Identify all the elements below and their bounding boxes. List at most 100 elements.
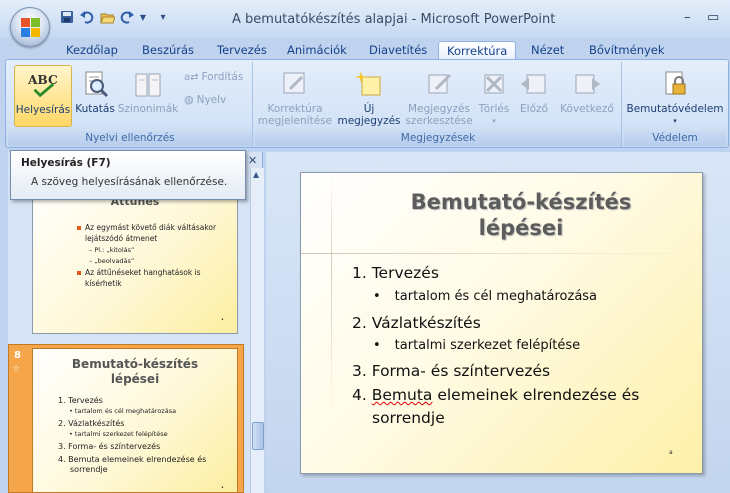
thesaurus-book-icon <box>132 68 164 100</box>
transition-star-icon[interactable]: ☆ <box>12 364 20 374</box>
misspelled-word[interactable]: Bemuta <box>372 386 433 404</box>
slide-item-1[interactable]: 1. Tervezés <box>352 264 439 282</box>
slide7-mark: • <box>221 317 224 323</box>
slide7-bullet1-a: Az egymást követő diák váltásakor <box>77 223 216 232</box>
minimize-icon[interactable]: – <box>684 10 691 25</box>
slide-item-4[interactable]: 4. Bemuta elemeinek elrendezése és <box>352 386 639 404</box>
slide7-sub2: – „beolvadás” <box>89 257 135 265</box>
protect-lock-icon <box>659 68 691 100</box>
group-proofing-label: Nyelvi ellenőrzés <box>8 131 252 146</box>
tab-bovitmenyek[interactable]: Bővítmények <box>581 41 673 60</box>
new-comment-label-2: megjegyzés <box>337 115 401 127</box>
thesaurus-button[interactable]: Szinonimák <box>117 68 179 115</box>
slide8-title-2: lépései <box>110 372 160 386</box>
bullet-square-icon <box>77 226 81 230</box>
slide8-item4-a: 4. Bemuta elemeinek elrendezése és <box>58 455 207 464</box>
open-folder-icon[interactable] <box>98 8 116 26</box>
language-globe-icon: ◍ <box>184 93 194 106</box>
customize-qat-icon[interactable]: ▾ <box>156 8 170 26</box>
tab-kezdolap[interactable]: Kezdőlap <box>58 41 126 60</box>
group-comments-label: Megjegyzések <box>255 131 621 146</box>
show-markup-label-2: megjelenítése <box>257 115 333 127</box>
show-markup-icon <box>279 68 311 100</box>
delete-comment-label: Törlés <box>478 103 510 115</box>
slide-title-line-2: lépései <box>478 216 564 240</box>
new-comment-label-1: Új <box>363 103 375 115</box>
tab-korrektura[interactable]: Korrektúra <box>438 41 517 60</box>
slide-sub-1[interactable]: • tartalom és cél meghatározása <box>373 289 597 304</box>
next-comment-button[interactable]: Következő <box>555 68 619 115</box>
thesaurus-label: Szinonimák <box>117 103 179 115</box>
tooltip-description: A szöveg helyesírásának ellenőrzése. <box>31 176 228 188</box>
redo-icon[interactable] <box>118 8 136 26</box>
slide-item-2[interactable]: 2. Vázlatkészítés <box>352 314 481 332</box>
show-markup-button[interactable]: Korrektúra megjelenítése <box>257 68 333 127</box>
ribbon-tabs: Kezdőlap Beszúrás Tervezés Animációk Dia… <box>0 38 730 60</box>
tab-beszuras[interactable]: Beszúrás <box>134 41 202 60</box>
previous-comment-icon <box>518 68 550 100</box>
protect-presentation-button[interactable]: Bemutatóvédelem ▾ <box>626 68 724 127</box>
bullet-square-icon <box>77 271 81 275</box>
next-comment-icon <box>571 68 603 100</box>
title-bar: ▼ ▾ A bemutatókészítés alapjai - Microso… <box>0 0 730 38</box>
bullet-dot-icon: • <box>373 289 381 304</box>
slide-decor-line-h <box>301 253 702 254</box>
delete-dropdown-icon: ▾ <box>492 117 496 125</box>
spelling-button[interactable]: ABC Helyesírás <box>14 65 72 127</box>
spelling-tooltip: Helyesírás (F7) A szöveg helyesírásának … <box>10 150 246 200</box>
office-button[interactable] <box>10 7 50 47</box>
slide8-item4-b: sorrendje <box>70 465 108 474</box>
slide-thumbnail-8[interactable]: Bemutató-készítés lépései 1. Tervezés • … <box>32 348 238 493</box>
slide-item-4-cont[interactable]: sorrendje <box>372 409 445 427</box>
slide7-bullet2-a: Az áttűnéseket hanghatások is <box>77 268 201 277</box>
research-button[interactable]: Kutatás <box>74 68 116 115</box>
slide-item-3[interactable]: 3. Forma- és színtervezés <box>352 362 550 380</box>
slide7-bullet1-b: lejátszódó átmenet <box>85 234 158 243</box>
group-comments: Korrektúra megjelenítése Új megjegyzés M… <box>255 62 622 147</box>
quick-access-toolbar: ▼ ▾ <box>58 8 170 26</box>
slide8-mark: • <box>221 485 224 491</box>
slides-pane-scrollbar[interactable]: ▲ <box>250 168 264 493</box>
scroll-up-icon[interactable]: ▲ <box>253 170 259 179</box>
delete-comment-button[interactable]: Törlés ▾ <box>475 68 513 127</box>
show-markup-label-1: Korrektúra <box>267 103 323 115</box>
slide8-item1: 1. Tervezés <box>58 396 103 405</box>
previous-comment-button[interactable]: Előző <box>515 68 553 115</box>
slide8-item2: 2. Vázlatkészítés <box>58 419 125 428</box>
edit-comment-label-2: szerkesztése <box>405 115 473 127</box>
close-pane-icon[interactable]: ✕ <box>248 154 257 167</box>
maximize-icon[interactable]: ▭ <box>707 10 719 25</box>
edit-comment-label-1: Megjegyzés <box>408 103 470 115</box>
tab-nezet[interactable]: Nézet <box>523 41 572 60</box>
bullet-dot-icon: • <box>373 338 381 353</box>
dropdown-arrow-icon[interactable]: ▼ <box>138 8 148 26</box>
language-label: Nyelv <box>196 93 227 106</box>
tab-diavetites[interactable]: Diavetítés <box>361 41 435 60</box>
scrollbar-thumb[interactable] <box>252 422 264 450</box>
protect-presentation-label: Bemutatóvédelem <box>626 103 724 115</box>
ribbon: ABC Helyesírás Kutatás Szinonimák a⇄ For… <box>5 59 729 148</box>
save-icon[interactable] <box>58 8 76 26</box>
tab-tervezes[interactable]: Tervezés <box>209 41 275 60</box>
office-logo-icon <box>21 18 41 38</box>
next-comment-label: Következő <box>560 103 614 115</box>
translate-button[interactable]: a⇄ Fordítás <box>184 71 243 83</box>
group-proofing: ABC Helyesírás Kutatás Szinonimák a⇄ For… <box>8 62 253 147</box>
window-title: A bemutatókészítés alapjai - Microsoft P… <box>232 12 556 27</box>
slide-number-mark: a <box>669 449 673 456</box>
powerpoint-window: ▼ ▾ A bemutatókészítés alapjai - Microso… <box>0 0 730 493</box>
tab-animaciok[interactable]: Animációk <box>279 41 355 60</box>
slide8-title-1: Bemutató-készítés <box>71 357 199 371</box>
tooltip-title: Helyesírás (F7) <box>21 157 111 169</box>
edit-comment-button[interactable]: Megjegyzés szerkesztése <box>405 68 473 127</box>
slide-number-8: 8 <box>14 350 21 361</box>
slide-title[interactable]: Bemutató-készítés lépései <box>361 189 681 241</box>
slide-title-line-1: Bemutató-készítés <box>410 190 632 214</box>
language-button[interactable]: ◍ Nyelv <box>184 93 226 106</box>
slide-sub-2[interactable]: • tartalmi szerkezet felépítése <box>373 338 580 353</box>
undo-icon[interactable] <box>78 8 96 26</box>
group-protect-label: Védelem <box>624 131 726 146</box>
new-comment-button[interactable]: Új megjegyzés <box>335 68 403 127</box>
current-slide[interactable]: Bemutató-készítés lépései 1. Tervezés • t… <box>300 172 703 474</box>
translate-label: Fordítás <box>201 71 244 83</box>
